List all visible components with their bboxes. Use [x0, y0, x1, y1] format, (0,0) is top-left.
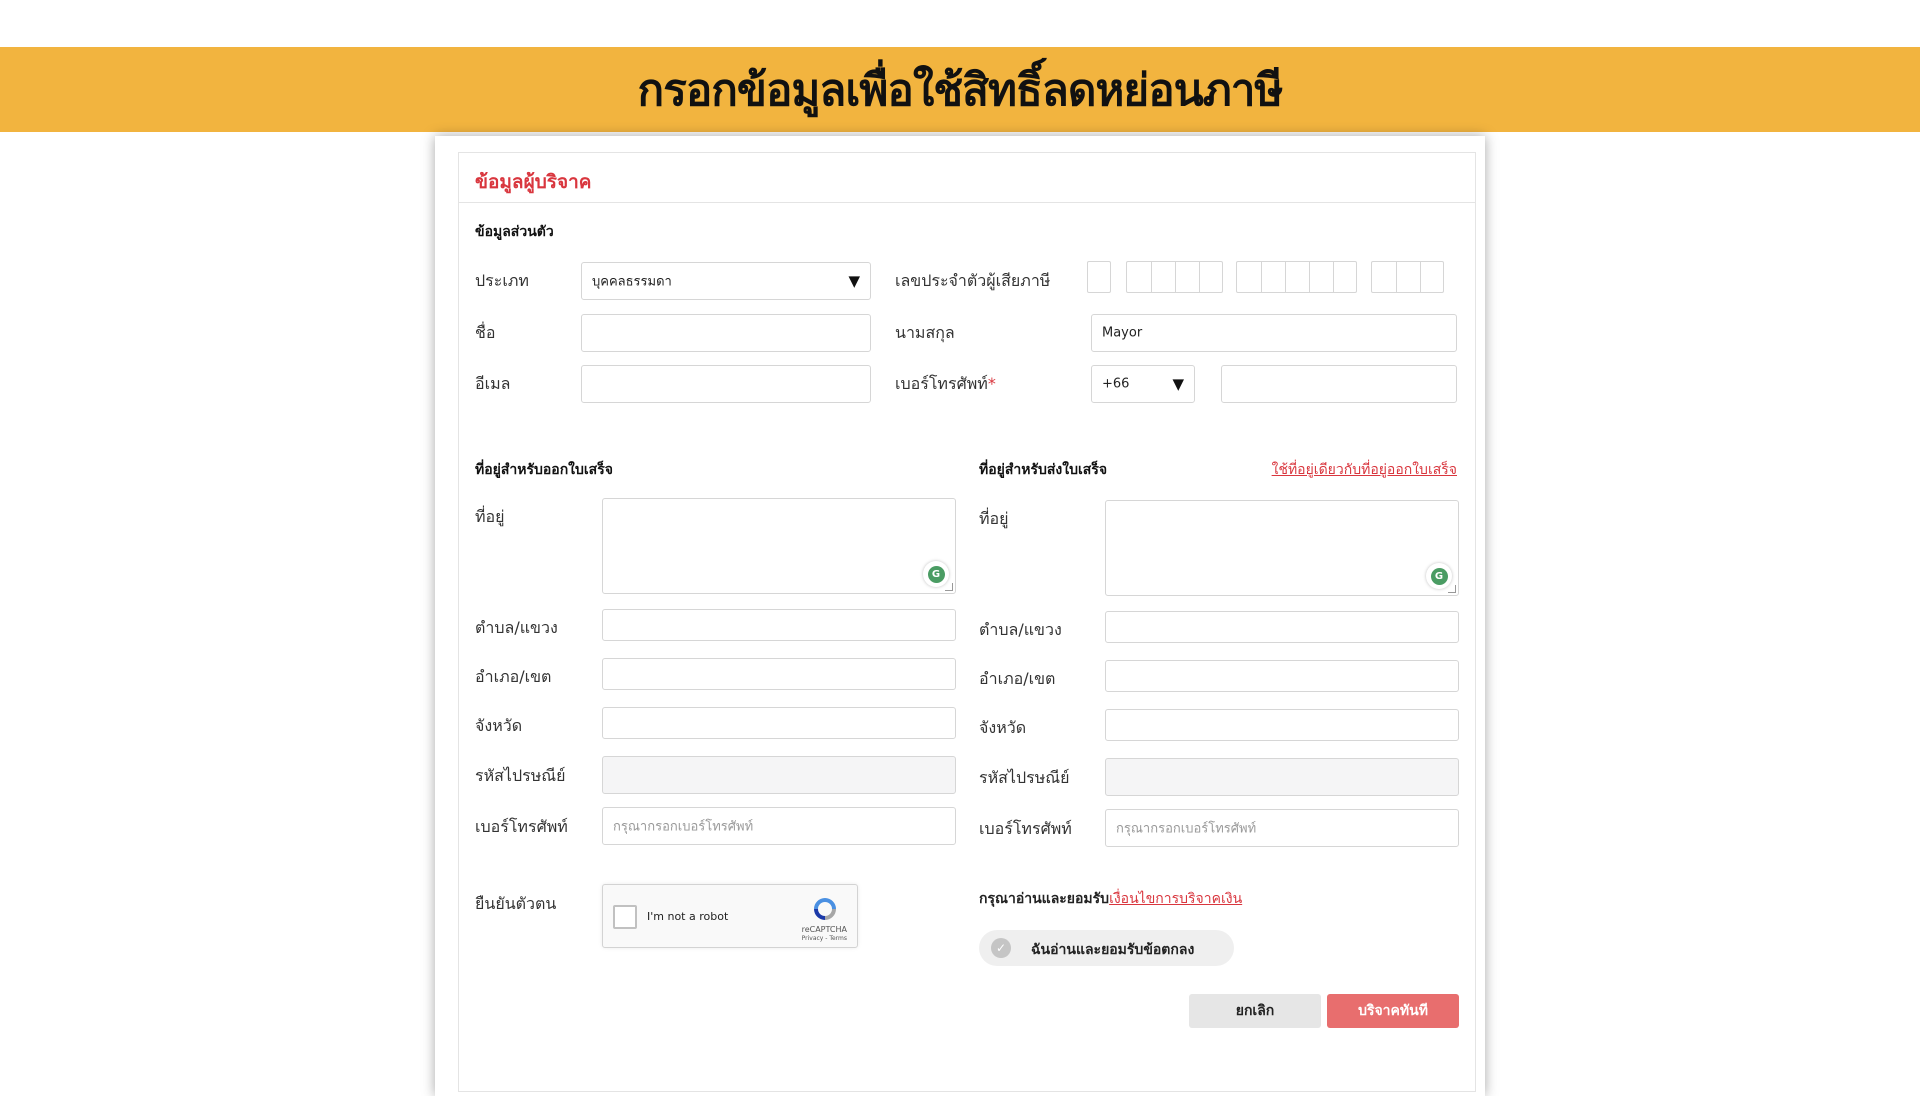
billing-address-textarea[interactable]: G	[602, 498, 956, 594]
billing-district-label: อำเภอ/เขต	[475, 667, 552, 686]
lastname-input[interactable]: Mayor	[1091, 314, 1457, 352]
firstname-label: ชื่อ	[475, 323, 496, 342]
same-address-link[interactable]: ใช้ที่อยู่เดียวกับที่อยู่ออกใบเสร็จ	[1272, 459, 1457, 481]
card-title: ข้อมูลผู้บริจาค	[475, 171, 592, 193]
terms-link[interactable]: เงื่อนไขการบริจาคเงิน	[1109, 891, 1242, 907]
shipping-section-title: ที่อยู่สำหรับส่งใบเสร็จ	[979, 462, 1108, 478]
recaptcha-brand: reCAPTCHA	[801, 925, 847, 934]
banner-title: กรอกข้อมูลเพื่อใช้สิทธิ์ลดหย่อนภาษี	[637, 64, 1284, 116]
cancel-button[interactable]: ยกเลิก	[1189, 994, 1321, 1028]
card-header: ข้อมูลผู้บริจาค	[459, 153, 1475, 203]
recaptcha-logo-icon	[814, 898, 836, 920]
chevron-down-icon: ▼	[1172, 375, 1184, 393]
recaptcha-widget: I'm not a robot reCAPTCHA Privacy - Term…	[602, 884, 858, 948]
billing-province-label: จังหวัด	[475, 716, 523, 735]
donate-now-button[interactable]: บริจาคทันที	[1327, 994, 1459, 1028]
shipping-province-input[interactable]	[1105, 709, 1459, 741]
shipping-province-label: จังหวัด	[979, 718, 1027, 737]
email-input[interactable]	[581, 365, 871, 403]
header-banner: กรอกข้อมูลเพื่อใช้สิทธิ์ลดหย่อนภาษี	[0, 47, 1920, 132]
shipping-address-label: ที่อยู่	[979, 509, 1009, 528]
billing-phone-placeholder: กรุณากรอกเบอร์โทรศัพท์	[613, 819, 754, 835]
shipping-phone-placeholder: กรุณากรอกเบอร์โทรศัพท์	[1116, 821, 1257, 837]
type-select-value: บุคคลธรรมดา	[592, 274, 672, 290]
billing-district-input[interactable]	[602, 658, 956, 690]
verify-label: ยืนยันตัวตน	[475, 894, 557, 913]
phone-label: เบอร์โทรศัพท์*	[895, 372, 996, 397]
shipping-district-input[interactable]	[1105, 660, 1459, 692]
billing-postcode-label: รหัสไปรษณีย์	[475, 766, 566, 785]
recaptcha-text: I'm not a robot	[647, 910, 729, 923]
shipping-address-textarea[interactable]: G	[1105, 500, 1459, 596]
check-circle-icon: ✓	[991, 938, 1011, 958]
type-select[interactable]: บุคคลธรรมดา ▼	[581, 262, 871, 300]
resize-handle-icon[interactable]	[945, 583, 953, 591]
billing-province-input[interactable]	[602, 707, 956, 739]
lastname-label: นามสกุล	[895, 323, 955, 342]
billing-address-label: ที่อยู่	[475, 507, 505, 526]
taxid-digit-group-1[interactable]	[1087, 261, 1111, 293]
terms-prefix: กรุณาอ่านและยอมรับ	[979, 891, 1110, 907]
personal-section-title: ข้อมูลส่วนตัว	[475, 224, 554, 240]
billing-phone-label: เบอร์โทรศัพท์	[475, 817, 568, 836]
email-label: อีเมล	[475, 374, 511, 393]
chevron-down-icon: ▼	[848, 272, 860, 290]
shipping-postcode-input[interactable]	[1105, 758, 1459, 796]
agree-toggle[interactable]: ✓ ฉันอ่านและยอมรับข้อตกลง	[979, 930, 1234, 966]
recaptcha-terms[interactable]: Privacy - Terms	[802, 935, 847, 942]
country-code-value: +66	[1102, 376, 1130, 392]
taxid-digit-group-2[interactable]	[1126, 261, 1223, 293]
firstname-input[interactable]	[581, 314, 871, 352]
shipping-district-label: อำเภอ/เขต	[979, 669, 1056, 688]
shipping-phone-input[interactable]: กรุณากรอกเบอร์โทรศัพท์	[1105, 809, 1459, 847]
donor-form-card: ข้อมูลผู้บริจาค ข้อมูลส่วนตัว ประเภท บุค…	[458, 152, 1476, 1092]
shipping-postcode-label: รหัสไปรษณีย์	[979, 768, 1070, 787]
billing-subdistrict-input[interactable]	[602, 609, 956, 641]
resize-handle-icon[interactable]	[1448, 585, 1456, 593]
taxid-digit-group-4[interactable]	[1371, 261, 1444, 293]
billing-subdistrict-label: ตำบล/แขวง	[475, 618, 558, 637]
taxid-label: เลขประจำตัวผู้เสียภาษี	[895, 271, 1051, 290]
agree-text: ฉันอ่านและยอมรับข้อตกลง	[1031, 942, 1195, 958]
taxid-digit-group-3[interactable]	[1236, 261, 1357, 293]
phone-label-text: เบอร์โทรศัพท์	[895, 374, 988, 393]
shipping-subdistrict-input[interactable]	[1105, 611, 1459, 643]
recaptcha-checkbox[interactable]	[613, 905, 637, 929]
country-code-select[interactable]: +66 ▼	[1091, 365, 1195, 403]
shipping-subdistrict-label: ตำบล/แขวง	[979, 620, 1062, 639]
terms-line: กรุณาอ่านและยอมรับเงื่อนไขการบริจาคเงิน	[979, 888, 1242, 910]
billing-section-title: ที่อยู่สำหรับออกใบเสร็จ	[475, 462, 613, 478]
billing-phone-input[interactable]: กรุณากรอกเบอร์โทรศัพท์	[602, 807, 956, 845]
type-label: ประเภท	[475, 271, 529, 290]
required-mark: *	[987, 374, 996, 393]
lastname-value: Mayor	[1102, 325, 1143, 341]
billing-postcode-input[interactable]	[602, 756, 956, 794]
shipping-phone-label: เบอร์โทรศัพท์	[979, 819, 1072, 838]
phone-input[interactable]	[1221, 365, 1457, 403]
